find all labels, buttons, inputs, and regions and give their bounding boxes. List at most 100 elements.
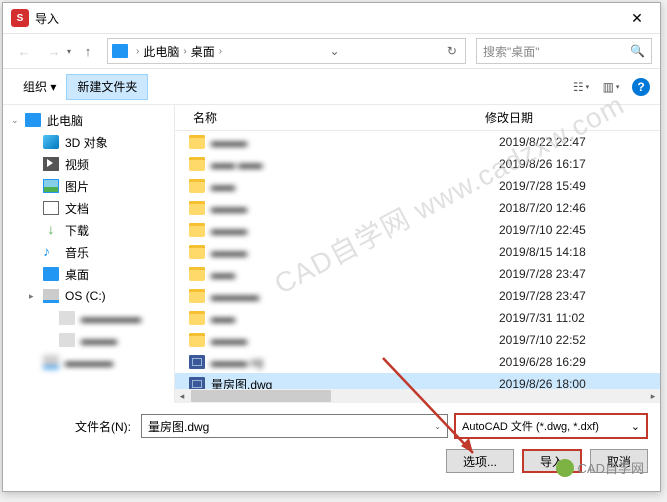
column-name[interactable]: 名称 xyxy=(175,109,485,126)
sidebar-drive-child[interactable]: ▬▬▬▬▬ xyxy=(3,307,174,329)
pc-icon xyxy=(25,113,41,127)
sidebar-item-音乐[interactable]: ♪音乐 xyxy=(3,241,174,263)
ico-dl: ↓ xyxy=(43,223,59,237)
chevron-down-icon[interactable]: ⌄ xyxy=(631,420,640,433)
close-button[interactable]: ✕ xyxy=(614,3,660,33)
drive-icon xyxy=(43,355,59,369)
search-icon: 🔍 xyxy=(630,44,645,58)
sidebar-item-视频[interactable]: 视频 xyxy=(3,153,174,175)
sidebar-label: 桌面 xyxy=(65,266,89,283)
file-date: 2019/8/22 22:47 xyxy=(499,135,660,149)
search-placeholder: 搜索"桌面" xyxy=(483,43,540,60)
address-bar[interactable]: › 此电脑 › 桌面 › ⌄ ↻ xyxy=(107,38,466,64)
file-name: ▬▬ xyxy=(211,179,493,193)
scroll-thumb[interactable] xyxy=(191,390,331,402)
sidebar-label: 视频 xyxy=(65,156,89,173)
file-name: ▬▬▬ xyxy=(211,223,493,237)
folder-icon xyxy=(189,135,205,149)
chevron-down-icon[interactable]: ⌄ xyxy=(434,422,441,431)
chevron-right-icon: › xyxy=(136,46,139,57)
sidebar-item-3D 对象[interactable]: 3D 对象 xyxy=(3,131,174,153)
folder-icon xyxy=(189,201,205,215)
file-row[interactable]: ▬▬▬ 2019/8/22 22:47 xyxy=(175,131,660,153)
nav-up-button[interactable]: ↑ xyxy=(75,38,101,64)
file-name: ▬▬ xyxy=(211,311,493,325)
file-row[interactable]: ▬▬ 2019/7/28 15:49 xyxy=(175,175,660,197)
preview-pane-button[interactable]: ▥▾ xyxy=(596,74,626,100)
ico-drv xyxy=(43,289,59,303)
help-button[interactable]: ? xyxy=(632,78,650,96)
column-date[interactable]: 修改日期 xyxy=(485,109,660,126)
file-name: ▬▬▬ xyxy=(211,201,493,215)
filename-value: 量房图.dwg xyxy=(148,418,209,435)
sidebar-item-this-pc[interactable]: ⌄ 此电脑 xyxy=(3,109,174,131)
pc-icon xyxy=(112,44,128,58)
sidebar-item-OS (C:)[interactable]: ▸ OS (C:) xyxy=(3,285,174,307)
file-row[interactable]: ▬▬ ▬▬ 2019/8/26 16:17 xyxy=(175,153,660,175)
sidebar-item[interactable]: ▬▬▬▬ xyxy=(3,351,174,373)
file-row[interactable]: ▬▬▬ 2018/7/20 12:46 xyxy=(175,197,660,219)
folder-icon xyxy=(189,333,205,347)
path-segment-pc[interactable]: 此电脑 xyxy=(143,43,179,60)
options-button[interactable]: 选项... xyxy=(446,449,514,473)
file-date: 2019/7/10 22:45 xyxy=(499,223,660,237)
file-date: 2019/7/31 11:02 xyxy=(499,311,660,325)
file-date: 2019/7/10 22:52 xyxy=(499,333,660,347)
path-segment-desktop[interactable]: 桌面 xyxy=(191,43,215,60)
nav-history-dropdown[interactable]: ▾ xyxy=(67,47,71,56)
dwg-file-icon xyxy=(189,355,205,369)
file-name: ▬▬▬▬ xyxy=(211,289,493,303)
nav-back-button[interactable]: ← xyxy=(11,38,37,64)
organize-menu[interactable]: 组织 ▾ xyxy=(13,74,66,100)
path-dropdown-icon[interactable]: ⌄ xyxy=(325,44,343,58)
search-input[interactable]: 搜索"桌面" 🔍 xyxy=(476,38,652,64)
ico-vid xyxy=(43,157,59,171)
scroll-left-icon[interactable]: ◂ xyxy=(175,391,189,402)
chevron-right-icon: › xyxy=(219,46,222,57)
folder-icon xyxy=(189,311,205,325)
sidebar: ⌄ 此电脑 3D 对象视频图片文档↓下载♪音乐桌面▸OS (C:) ▬▬▬▬▬ … xyxy=(3,105,175,403)
scroll-right-icon[interactable]: ▸ xyxy=(646,391,660,402)
scrollbar-horizontal[interactable]: ◂ ▸ xyxy=(175,389,660,403)
cancel-button[interactable]: 取消 xyxy=(590,449,648,473)
view-mode-button[interactable]: ☷▾ xyxy=(566,74,596,100)
file-row[interactable]: ▬▬▬.vg 2019/6/28 16:29 xyxy=(175,351,660,373)
file-name: ▬▬▬.vg xyxy=(211,355,493,369)
file-name: ▬▬▬ xyxy=(211,245,493,259)
filename-input[interactable]: 量房图.dwg ⌄ xyxy=(141,414,448,438)
ico-img xyxy=(43,179,59,193)
folder-icon xyxy=(189,267,205,281)
file-list: ▬▬▬ 2019/8/22 22:47 ▬▬ ▬▬ 2019/8/26 16:1… xyxy=(175,131,660,399)
sidebar-label: 文档 xyxy=(65,200,89,217)
import-button[interactable]: 导入 xyxy=(522,449,582,473)
file-row[interactable]: ▬▬ 2019/7/28 23:47 xyxy=(175,263,660,285)
file-row[interactable]: ▬▬▬▬ 2019/7/28 23:47 xyxy=(175,285,660,307)
expand-icon[interactable]: ▸ xyxy=(29,291,34,302)
file-date: 2019/6/28 16:29 xyxy=(499,355,660,369)
sidebar-item-图片[interactable]: 图片 xyxy=(3,175,174,197)
file-date: 2019/7/28 23:47 xyxy=(499,267,660,281)
file-list-header: 名称 修改日期 xyxy=(175,105,660,131)
folder-icon xyxy=(189,289,205,303)
file-name: ▬▬▬ xyxy=(211,333,493,347)
sidebar-label: 图片 xyxy=(65,178,89,195)
dialog-title: 导入 xyxy=(35,10,59,27)
folder-icon xyxy=(59,333,75,347)
expand-icon[interactable]: ⌄ xyxy=(11,115,19,126)
nav-forward-button[interactable]: → xyxy=(41,38,67,64)
filetype-select[interactable]: AutoCAD 文件 (*.dwg, *.dxf) ⌄ xyxy=(454,413,648,439)
sidebar-item-文档[interactable]: 文档 xyxy=(3,197,174,219)
sidebar-label: OS (C:) xyxy=(65,289,106,303)
sidebar-drive-child[interactable]: ▬▬▬ xyxy=(3,329,174,351)
file-row[interactable]: ▬▬▬ 2019/7/10 22:52 xyxy=(175,329,660,351)
file-row[interactable]: ▬▬▬ 2019/7/10 22:45 xyxy=(175,219,660,241)
file-date: 2018/7/20 12:46 xyxy=(499,201,660,215)
sidebar-item-下载[interactable]: ↓下载 xyxy=(3,219,174,241)
file-name: ▬▬ xyxy=(211,267,493,281)
filename-label: 文件名(N): xyxy=(15,418,135,435)
new-folder-button[interactable]: 新建文件夹 xyxy=(66,74,148,100)
refresh-icon[interactable]: ↻ xyxy=(443,44,461,58)
file-row[interactable]: ▬▬ 2019/7/31 11:02 xyxy=(175,307,660,329)
file-row[interactable]: ▬▬▬ 2019/8/15 14:18 xyxy=(175,241,660,263)
sidebar-item-桌面[interactable]: 桌面 xyxy=(3,263,174,285)
